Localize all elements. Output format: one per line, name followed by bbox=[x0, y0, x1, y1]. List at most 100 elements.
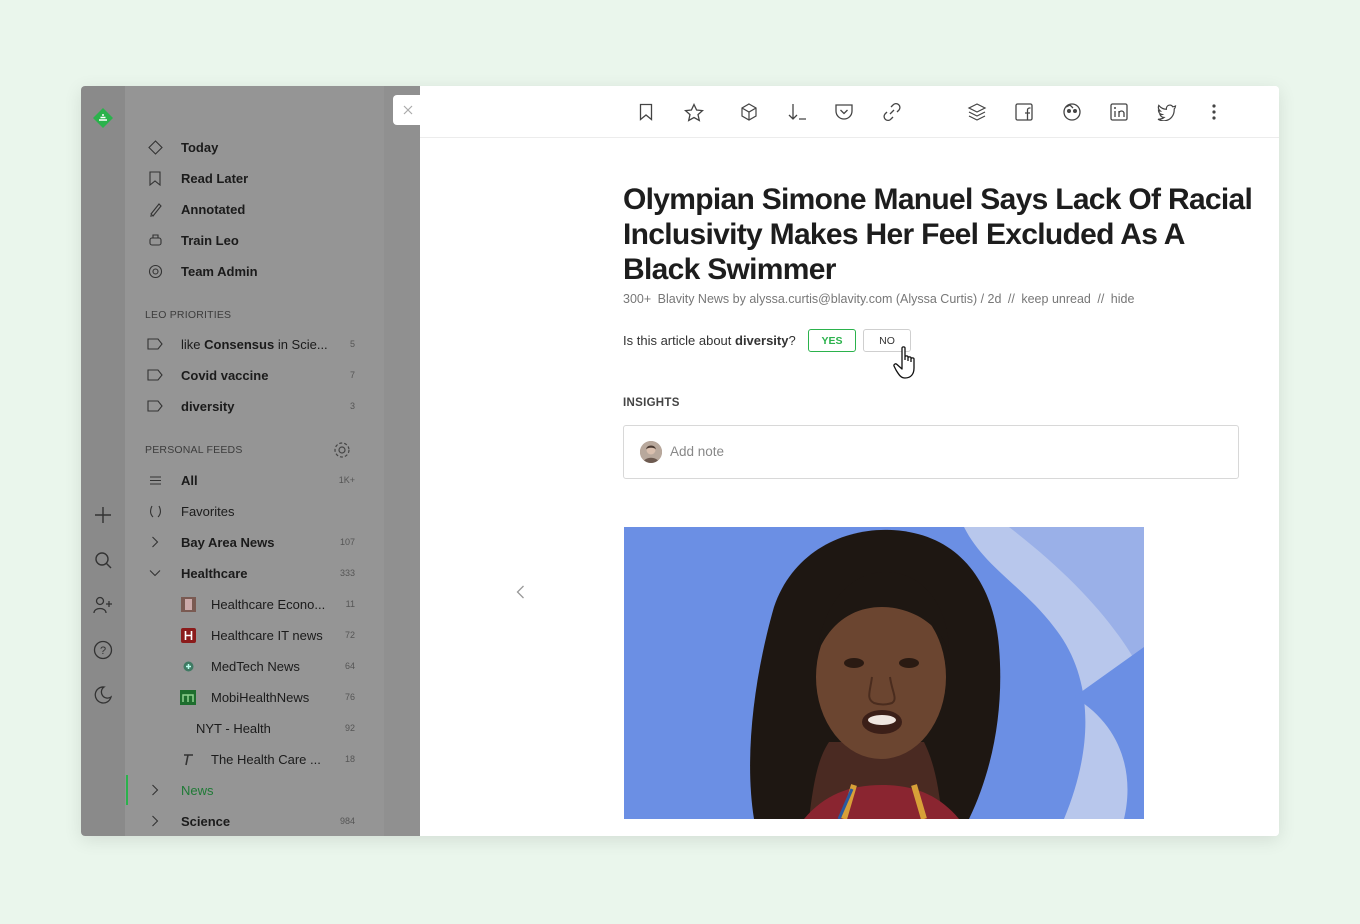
feed-label: Bay Area News bbox=[181, 534, 275, 550]
priority-topic: Consensus bbox=[204, 336, 275, 352]
add-icon[interactable] bbox=[92, 504, 114, 526]
unread-count: 18 bbox=[344, 754, 355, 764]
yes-button[interactable]: YES bbox=[808, 329, 856, 352]
article-toolbar bbox=[420, 86, 1279, 138]
gear-icon[interactable] bbox=[333, 441, 351, 459]
chevron-left-icon bbox=[516, 585, 524, 599]
feedly-logo-icon[interactable] bbox=[92, 107, 114, 129]
bookmark-icon bbox=[147, 170, 163, 186]
article-title[interactable]: Olympian Simone Manuel Says Lack Of Raci… bbox=[623, 182, 1263, 287]
leo-priorities-title: LEO PRIORITIES bbox=[145, 309, 232, 321]
chevron-right-icon[interactable] bbox=[147, 782, 163, 798]
meta-separator: // bbox=[1097, 292, 1105, 306]
favorites-icon bbox=[147, 503, 163, 519]
hootsuite-icon[interactable] bbox=[1060, 100, 1084, 124]
priority-item-covid-vaccine[interactable]: Covid vaccine 7 bbox=[125, 362, 405, 388]
today-icon bbox=[147, 139, 163, 155]
feed-item-bay-area-news[interactable]: Bay Area News 107 bbox=[125, 529, 405, 555]
keep-unread-link[interactable]: keep unread bbox=[1021, 292, 1091, 306]
star-icon[interactable] bbox=[682, 100, 706, 124]
personal-feeds-title: PERSONAL FEEDS bbox=[145, 444, 243, 456]
buffer-icon[interactable] bbox=[965, 100, 989, 124]
feed-item-news[interactable]: News bbox=[125, 777, 405, 803]
sidebar-item-label: Today bbox=[181, 139, 219, 155]
leo-question: Is this article about diversity? bbox=[623, 333, 796, 348]
previous-article-button[interactable] bbox=[510, 582, 530, 602]
feed-label: Healthcare IT news bbox=[211, 627, 323, 643]
source-link[interactable]: Blavity News by alyssa.curtis@blavity.co… bbox=[658, 292, 1002, 306]
feed-label: Healthcare Econo... bbox=[211, 596, 326, 612]
unread-count: 333 bbox=[339, 568, 355, 578]
feed-item-healthcare-economics[interactable]: Healthcare Econo... 11 bbox=[125, 591, 405, 617]
feed-label: NYT - Health bbox=[196, 720, 271, 736]
more-icon[interactable] bbox=[1202, 100, 1226, 124]
twitter-icon[interactable] bbox=[1155, 100, 1179, 124]
unread-count: 3 bbox=[349, 401, 355, 411]
priority-label: like Consensus in Scie... bbox=[181, 337, 328, 352]
sidebar-item-label: Train Leo bbox=[181, 232, 239, 248]
unread-count: 7 bbox=[349, 370, 355, 380]
sidebar: Today Read Later Annotated Train Leo Tea… bbox=[125, 86, 420, 836]
chevron-right-icon[interactable] bbox=[147, 813, 163, 829]
feed-item-the-health-care-blog[interactable]: The Health Care ... 18 bbox=[125, 746, 405, 772]
link-icon[interactable] bbox=[880, 100, 904, 124]
dark-mode-icon[interactable] bbox=[92, 684, 114, 706]
feed-item-healthcare[interactable]: Healthcare 333 bbox=[125, 560, 405, 586]
feed-item-healthcare-it-news[interactable]: Healthcare IT news 72 bbox=[125, 622, 405, 648]
feed-label: Favorites bbox=[181, 503, 235, 519]
feed-label: MobiHealthNews bbox=[211, 689, 310, 705]
feed-item-favorites[interactable]: Favorites bbox=[125, 498, 405, 524]
insights-heading: INSIGHTS bbox=[623, 397, 680, 409]
unread-count: 92 bbox=[344, 723, 355, 733]
feed-favicon bbox=[180, 627, 196, 643]
feed-favicon bbox=[180, 596, 196, 612]
board-icon[interactable] bbox=[737, 100, 761, 124]
feed-label: MedTech News bbox=[211, 658, 300, 674]
unread-count: 107 bbox=[339, 537, 355, 547]
sidebar-item-train-leo[interactable]: Train Leo bbox=[125, 227, 405, 253]
chevron-right-icon[interactable] bbox=[147, 534, 163, 550]
linkedin-icon[interactable] bbox=[1107, 100, 1131, 124]
list-icon bbox=[147, 472, 163, 488]
article-image bbox=[624, 527, 1144, 819]
mark-read-icon[interactable] bbox=[785, 100, 809, 124]
pocket-icon[interactable] bbox=[832, 100, 856, 124]
sidebar-item-team-admin[interactable]: Team Admin bbox=[125, 258, 405, 284]
question-topic: diversity bbox=[735, 333, 789, 348]
feed-item-nyt-health[interactable]: NYT - Health 92 bbox=[125, 715, 405, 741]
feed-label: Science bbox=[181, 813, 231, 829]
help-icon[interactable]: ? bbox=[92, 639, 114, 661]
feed-item-all[interactable]: All 1K+ bbox=[125, 467, 405, 493]
chevron-down-icon[interactable] bbox=[147, 565, 163, 581]
sidebar-item-label: Team Admin bbox=[181, 263, 258, 279]
feed-label: Healthcare bbox=[181, 565, 248, 581]
priority-prefix: like bbox=[181, 336, 205, 352]
close-icon bbox=[403, 105, 413, 115]
feed-label: The Health Care ... bbox=[211, 751, 321, 767]
feed-item-science[interactable]: Science 984 bbox=[125, 808, 405, 834]
bookmark-icon[interactable] bbox=[634, 100, 658, 124]
priority-item-diversity[interactable]: diversity 3 bbox=[125, 393, 405, 419]
hide-link[interactable]: hide bbox=[1111, 292, 1135, 306]
unread-count: 984 bbox=[339, 816, 355, 826]
unread-count: 76 bbox=[344, 692, 355, 702]
article-pane: Olympian Simone Manuel Says Lack Of Raci… bbox=[420, 138, 1279, 836]
close-article-button[interactable] bbox=[393, 95, 423, 125]
priority-label: Covid vaccine bbox=[181, 367, 269, 383]
feed-item-medtech-news[interactable]: MedTech News 64 bbox=[125, 653, 405, 679]
priority-item-consensus[interactable]: like Consensus in Scie... 5 bbox=[125, 331, 405, 357]
feed-item-mobihealthnews[interactable]: MobiHealthNews 76 bbox=[125, 684, 405, 710]
icon-rail: ? bbox=[81, 86, 125, 836]
add-user-icon[interactable] bbox=[92, 594, 114, 616]
sidebar-item-today[interactable]: Today bbox=[125, 134, 405, 160]
search-icon[interactable] bbox=[92, 549, 114, 571]
avatar bbox=[640, 441, 662, 463]
facebook-icon[interactable] bbox=[1012, 100, 1036, 124]
hand-cursor-icon bbox=[893, 346, 923, 385]
sidebar-item-label: Read Later bbox=[181, 170, 249, 186]
tag-icon bbox=[147, 398, 163, 414]
add-note-input[interactable]: Add note bbox=[623, 425, 1239, 479]
sidebar-item-read-later[interactable]: Read Later bbox=[125, 165, 405, 191]
sidebar-item-annotated[interactable]: Annotated bbox=[125, 196, 405, 222]
engagement-count: 300+ bbox=[623, 292, 652, 306]
